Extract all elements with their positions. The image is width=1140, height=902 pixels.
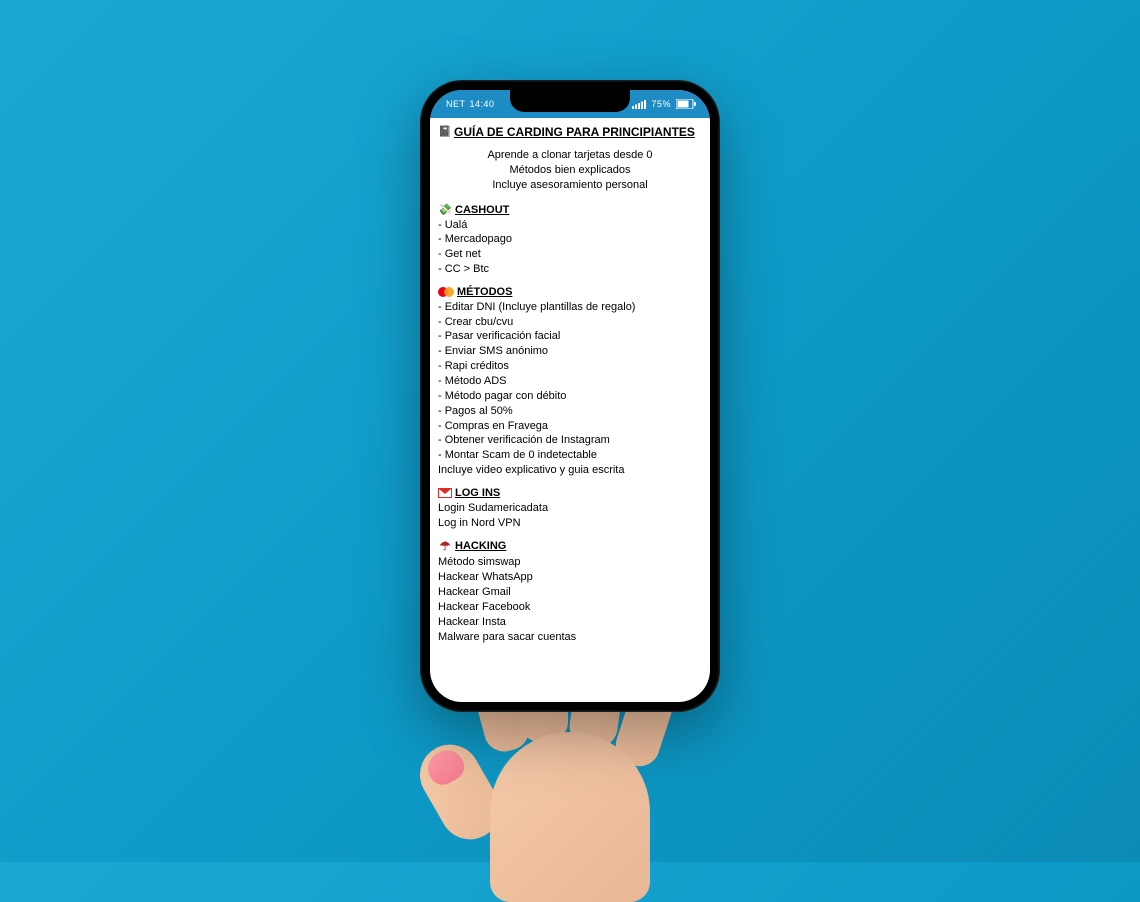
status-time: 14:40 — [470, 99, 495, 109]
battery-icon — [676, 99, 696, 109]
intro-block: Aprende a clonar tarjetas desde 0 Método… — [438, 148, 702, 193]
list-item: Login Sudamericadata — [438, 501, 702, 516]
list-item: - Obtener verificación de Instagram — [438, 433, 702, 448]
list-item: Hackear WhatsApp — [438, 570, 702, 585]
page-title-row: GUÍA DE CARDING PARA PRINCIPIANTES — [438, 124, 702, 140]
list-item: Malware para sacar cuentas — [438, 630, 702, 645]
battery-pct: 75% — [651, 99, 671, 109]
section-heading: HACKING — [455, 539, 506, 554]
list-item: - Rapi créditos — [438, 359, 702, 374]
list-item: - Enviar SMS anónimo — [438, 344, 702, 359]
list-item: Hackear Facebook — [438, 600, 702, 615]
list-item: - Editar DNI (Incluye plantillas de rega… — [438, 300, 702, 315]
list-item: - Compras en Fravega — [438, 419, 702, 434]
list-item: Log in Nord VPN — [438, 516, 702, 531]
signal-icon — [632, 100, 646, 109]
money-icon — [438, 203, 452, 218]
message-content[interactable]: GUÍA DE CARDING PARA PRINCIPIANTES Apren… — [430, 118, 710, 662]
list-item: - Pasar verificación facial — [438, 329, 702, 344]
list-item: - Montar Scam de 0 indetectable — [438, 448, 702, 463]
list-item: - Método pagar con débito — [438, 389, 702, 404]
section-note: Incluye video explicativo y guia escrita — [438, 463, 702, 478]
list-item: - Pagos al 50% — [438, 404, 702, 419]
page-title: GUÍA DE CARDING PARA PRINCIPIANTES — [454, 124, 695, 140]
section-logins: LOG INS Login Sudamericadata Log in Nord… — [438, 486, 702, 531]
umbrella-icon — [438, 538, 452, 555]
section-metodos: MÉTODOS - Editar DNI (Incluye plantillas… — [438, 285, 702, 478]
mastercard-icon — [438, 287, 454, 298]
phone-frame: NET 14:40 75% GUÍA DE CARDING PARA PRINC… — [420, 80, 720, 712]
list-item: Hackear Insta — [438, 615, 702, 630]
section-hacking: HACKING Método simswap Hackear WhatsApp … — [438, 538, 702, 644]
list-item: - Método ADS — [438, 374, 702, 389]
list-item: - Get net — [438, 247, 702, 262]
carrier-label: NET — [446, 99, 466, 109]
section-heading: CASHOUT — [455, 203, 509, 218]
section-heading: MÉTODOS — [457, 285, 512, 300]
list-item: - CC > Btc — [438, 262, 702, 277]
intro-line: Aprende a clonar tarjetas desde 0 — [444, 148, 696, 163]
list-item: Hackear Gmail — [438, 585, 702, 600]
list-item: Método simswap — [438, 555, 702, 570]
list-item: - Crear cbu/cvu — [438, 315, 702, 330]
book-icon — [438, 125, 452, 140]
phone-screen[interactable]: NET 14:40 75% GUÍA DE CARDING PARA PRINC… — [430, 90, 710, 702]
list-item: - Mercadopago — [438, 232, 702, 247]
section-heading: LOG INS — [455, 486, 500, 501]
intro-line: Incluye asesoramiento personal — [444, 178, 696, 193]
gmail-icon — [438, 488, 452, 498]
section-cashout: CASHOUT - Ualá - Mercadopago - Get net -… — [438, 203, 702, 277]
list-item: - Ualá — [438, 218, 702, 233]
status-bar: NET 14:40 75% — [430, 90, 710, 118]
intro-line: Métodos bien explicados — [444, 163, 696, 178]
